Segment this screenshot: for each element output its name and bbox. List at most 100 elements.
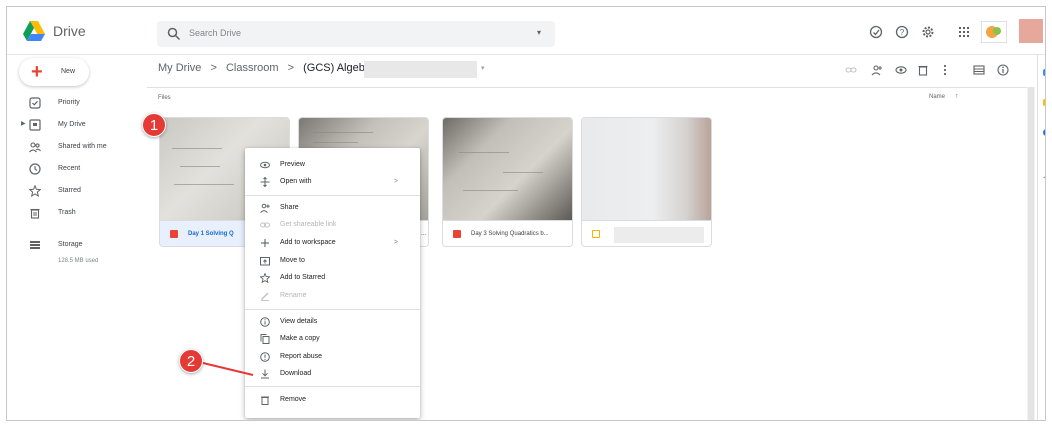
preview-eye-icon[interactable] bbox=[895, 64, 907, 76]
menu-item-label: Get shareable link bbox=[280, 221, 337, 228]
context-menu: Preview Open with > Share Get shareable … bbox=[245, 148, 420, 418]
pdf-file-icon bbox=[170, 230, 178, 238]
sidebar-item-priority[interactable]: Priority bbox=[7, 95, 147, 113]
sidebar-item-label: Shared with me bbox=[58, 143, 107, 150]
sort-direction-arrow-icon[interactable]: ↑ bbox=[955, 93, 959, 100]
menu-item-add-to-workspace[interactable]: Add to workspace > bbox=[245, 235, 420, 251]
expand-arrow-icon[interactable]: ▶ bbox=[21, 120, 26, 127]
people-icon bbox=[29, 142, 41, 153]
menu-item-label: Add to Starred bbox=[280, 274, 326, 281]
share-person-add-icon[interactable] bbox=[871, 64, 883, 76]
menu-item-label: View details bbox=[280, 318, 318, 325]
submenu-arrow-icon: > bbox=[393, 239, 398, 246]
menu-item-share[interactable]: Share bbox=[245, 200, 420, 216]
svg-text:?: ? bbox=[900, 28, 905, 37]
step-marker-1: 1 bbox=[142, 113, 166, 137]
sidebar-item-trash[interactable]: Trash bbox=[7, 205, 147, 223]
menu-item-label: Report abuse bbox=[280, 353, 323, 360]
sidebar-item-label: Trash bbox=[58, 209, 76, 216]
person-add-icon bbox=[260, 203, 270, 213]
menu-divider bbox=[245, 195, 420, 196]
breadcrumb-classroom[interactable]: Classroom bbox=[226, 62, 279, 74]
move-to-icon bbox=[260, 257, 270, 266]
new-button-label: New bbox=[61, 68, 76, 75]
apps-grid-icon[interactable] bbox=[957, 25, 971, 39]
download-icon bbox=[261, 369, 269, 379]
menu-item-open-with[interactable]: Open with > bbox=[245, 174, 420, 190]
drive-logo-icon[interactable] bbox=[23, 21, 45, 41]
sidebar-item-starred[interactable]: Starred bbox=[7, 183, 147, 201]
menu-item-remove[interactable]: Remove bbox=[245, 392, 420, 408]
breadcrumb-my-drive[interactable]: My Drive bbox=[158, 62, 201, 74]
scrollbar-thumb[interactable] bbox=[1028, 87, 1034, 420]
menu-item-preview[interactable]: Preview bbox=[245, 157, 420, 173]
sort-by-name-button[interactable]: Name bbox=[929, 94, 945, 100]
menu-item-get-shareable-link: Get shareable link bbox=[245, 217, 420, 233]
sidebar-item-shared-with-me[interactable]: Shared with me bbox=[7, 139, 147, 157]
file-name: ... bbox=[421, 231, 427, 237]
file-name: Day 1 Solving Q bbox=[188, 231, 234, 237]
file-thumbnail bbox=[443, 118, 572, 220]
sidebar-item-recent[interactable]: Recent bbox=[7, 161, 147, 179]
tasks-addon-icon[interactable] bbox=[1043, 129, 1045, 136]
sidebar-item-my-drive[interactable]: ▶ My Drive bbox=[7, 117, 147, 135]
file-card[interactable] bbox=[581, 117, 712, 247]
menu-item-rename: Rename bbox=[245, 288, 420, 304]
search-icon[interactable] bbox=[167, 27, 181, 41]
help-icon[interactable]: ? bbox=[895, 25, 909, 39]
trash-icon bbox=[30, 208, 40, 219]
more-vert-icon[interactable] bbox=[939, 64, 951, 76]
plus-icon: + bbox=[31, 61, 43, 83]
report-icon bbox=[260, 352, 270, 362]
menu-item-download[interactable]: Download bbox=[245, 366, 420, 382]
plus-icon bbox=[261, 239, 269, 247]
menu-item-label: Preview bbox=[280, 161, 305, 168]
new-button[interactable]: + New bbox=[19, 58, 89, 86]
open-with-icon bbox=[260, 177, 270, 187]
search-options-caret-icon[interactable]: ▾ bbox=[537, 28, 541, 37]
menu-item-make-a-copy[interactable]: Make a copy bbox=[245, 331, 420, 347]
link-icon[interactable] bbox=[845, 64, 857, 76]
avatar[interactable] bbox=[1019, 19, 1043, 43]
menu-item-view-details[interactable]: View details bbox=[245, 314, 420, 330]
side-panel-rail bbox=[1037, 55, 1045, 420]
my-drive-icon bbox=[29, 119, 41, 131]
add-addon-plus-icon[interactable]: + bbox=[1043, 173, 1045, 184]
link-icon bbox=[260, 222, 270, 228]
sidebar-item-label: Recent bbox=[58, 165, 81, 172]
scrollbar[interactable] bbox=[1027, 87, 1035, 420]
file-thumbnail bbox=[582, 118, 711, 220]
drive-window: Drive Search Drive ▾ ? + New Priority ▶ … bbox=[6, 6, 1046, 421]
pdf-file-icon bbox=[453, 230, 461, 238]
settings-gear-icon[interactable] bbox=[921, 25, 935, 39]
folder-menu-caret-icon[interactable]: ▾ bbox=[481, 64, 485, 72]
star-icon bbox=[260, 273, 270, 283]
search-input[interactable]: Search Drive bbox=[189, 28, 241, 38]
calendar-addon-icon[interactable] bbox=[1043, 69, 1045, 76]
menu-item-add-to-starred[interactable]: Add to Starred bbox=[245, 270, 420, 286]
menu-item-label: Make a copy bbox=[280, 335, 320, 342]
file-card[interactable]: Day 3 Solving Quadratics b... bbox=[442, 117, 573, 247]
offline-status-icon[interactable] bbox=[869, 25, 883, 39]
sidebar-item-label: Priority bbox=[58, 99, 80, 106]
delete-trash-icon[interactable] bbox=[917, 64, 929, 76]
app-title: Drive bbox=[53, 23, 86, 39]
info-icon[interactable] bbox=[997, 64, 1009, 76]
sidebar-item-label: My Drive bbox=[58, 121, 86, 128]
keep-addon-icon[interactable] bbox=[1043, 99, 1045, 106]
organization-logo[interactable] bbox=[981, 21, 1007, 43]
menu-item-label: Move to bbox=[280, 257, 305, 264]
pencil-icon bbox=[260, 292, 269, 301]
list-view-icon[interactable] bbox=[973, 64, 985, 76]
sidebar-item-storage[interactable]: Storage bbox=[7, 237, 147, 255]
files-section-label: Files bbox=[158, 95, 171, 101]
file-caption bbox=[582, 220, 711, 246]
star-icon bbox=[29, 185, 41, 197]
step-marker-2: 2 bbox=[179, 349, 203, 373]
search-bar[interactable]: Search Drive ▾ bbox=[157, 21, 555, 47]
storage-used-text: 128.5 MB used bbox=[58, 258, 99, 264]
menu-item-move-to[interactable]: Move to bbox=[245, 253, 420, 269]
menu-item-report-abuse[interactable]: Report abuse bbox=[245, 349, 420, 365]
trash-icon bbox=[261, 396, 269, 405]
eye-icon bbox=[260, 161, 270, 169]
